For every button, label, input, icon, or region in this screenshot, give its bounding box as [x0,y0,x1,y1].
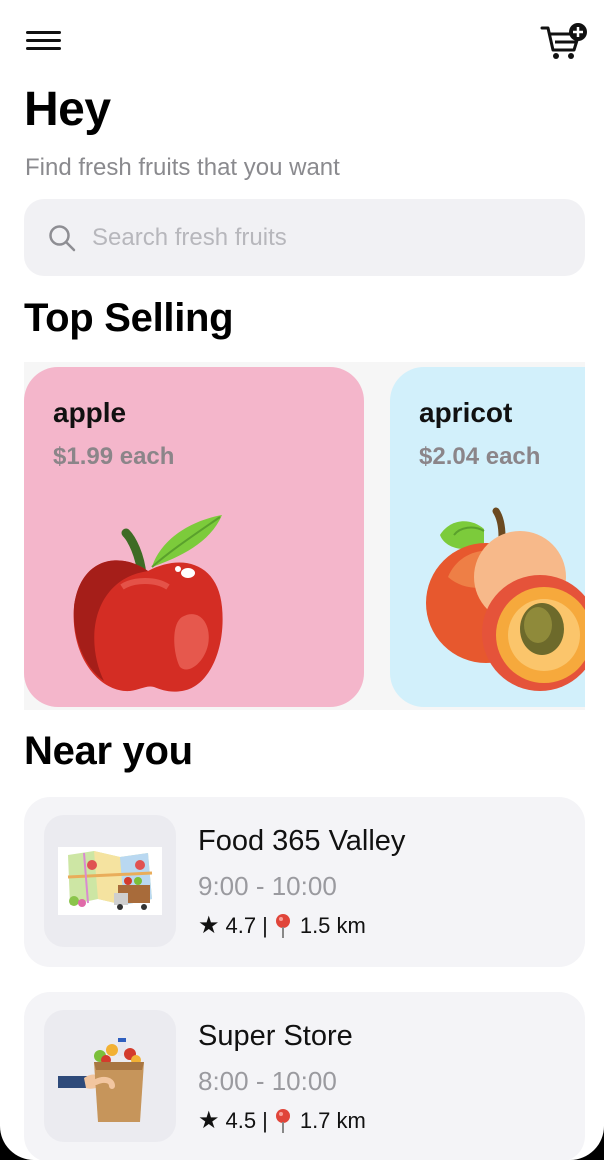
page-title: Hey [24,83,111,136]
fruit-card-apple[interactable]: apple $1.99 each [24,367,364,707]
app-screen: Hey Find fresh fruits that you want Top … [0,0,604,1160]
hamburger-menu-icon[interactable] [26,28,62,54]
near-you-title: Near you [24,729,193,773]
top-bar [0,0,604,80]
store-card[interactable]: Food 365 Valley 9:00 - 10:00 ★ 4.7 | 1.5… [24,797,585,967]
fruit-price: $2.04 each [419,443,541,470]
map-delivery-image [58,847,162,915]
fruit-price: $1.99 each [53,443,175,470]
star-icon: ★ [198,1107,220,1134]
store-distance: 1.7 km [299,1107,366,1133]
store-name: Super Store [198,1020,353,1052]
fruit-card-apricot[interactable]: apricot $2.04 each [390,367,585,707]
meta-separator: | [262,912,268,938]
store-distance: 1.5 km [299,912,366,938]
meta-separator: | [262,1107,268,1133]
store-meta: ★ 4.7 | 1.5 km [198,911,366,940]
apricot-image [426,507,585,691]
store-hours: 9:00 - 10:00 [198,871,337,901]
store-hours: 8:00 - 10:00 [198,1066,337,1096]
fruit-name: apricot [419,397,513,428]
top-selling-title: Top Selling [24,296,234,340]
location-pin-icon [275,913,290,938]
store-name: Food 365 Valley [198,825,406,857]
page-subtitle: Find fresh fruits that you want [25,154,340,181]
store-meta: ★ 4.5 | 1.7 km [198,1106,366,1135]
search-bar[interactable] [24,199,585,276]
star-icon: ★ [198,912,220,939]
search-icon [49,225,76,252]
store-thumbnail [44,815,176,947]
store-rating: 4.5 [225,1107,257,1133]
cart-plus-icon[interactable] [540,22,588,62]
store-thumbnail [44,1010,176,1142]
search-input[interactable] [90,217,554,259]
store-rating: 4.7 [225,912,257,938]
location-pin-icon [275,1108,290,1133]
fruit-name: apple [53,397,127,428]
store-card[interactable]: Super Store 8:00 - 10:00 ★ 4.5 | 1.7 km [24,992,585,1160]
grocery-bag-image [58,1038,144,1122]
top-selling-carousel[interactable]: apple $1.99 each apricot $2.04 each [24,362,585,710]
apple-image [73,515,223,692]
